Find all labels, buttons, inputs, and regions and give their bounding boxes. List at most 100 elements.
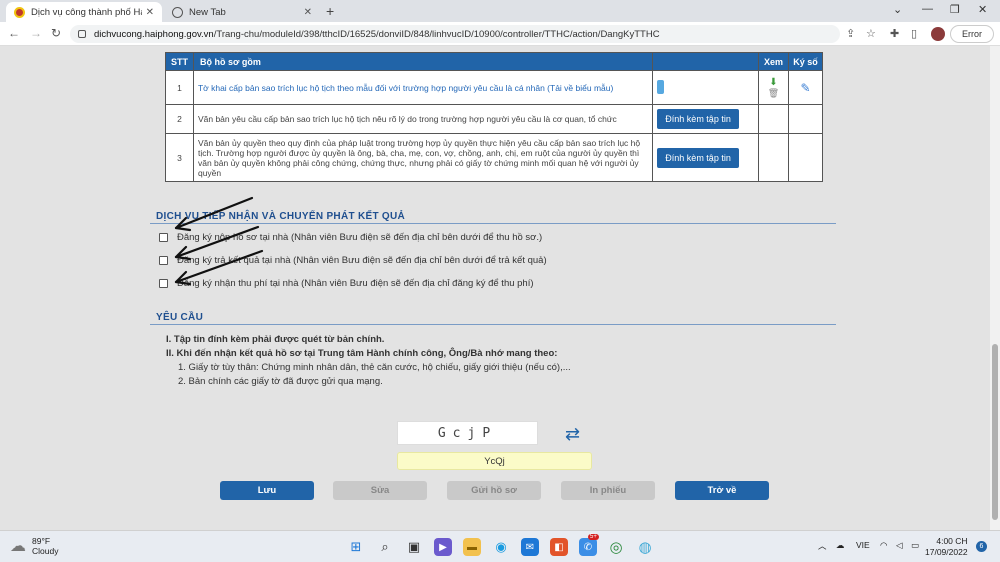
home-submission-option[interactable]: Đăng ký nộp hồ sơ tại nhà (Nhân viên Bưu…	[159, 232, 542, 243]
table-header-row: STT Bộ hồ sơ gồm Xem Ký số	[165, 52, 824, 71]
row-doc-link[interactable]: Tờ khai cấp bản sao trích lục hộ tịch th…	[192, 70, 654, 105]
avatar[interactable]	[931, 27, 945, 41]
chevron-down-icon[interactable]: ⌄	[893, 3, 902, 16]
requirement-2-2: 2. Bản chính các giấy tờ đã được gửi qua…	[178, 376, 383, 387]
header-sign: Ký số	[787, 52, 824, 71]
error-button[interactable]: Error	[950, 25, 994, 43]
browser-toolbar: ← → ↻ dichvucong.haiphong.gov.vn/Trang-c…	[0, 22, 1000, 46]
clock[interactable]: 4:00 CH 17/09/2022	[925, 536, 968, 558]
close-icon[interactable]: ✕	[304, 7, 312, 18]
site-logo-icon	[14, 6, 25, 18]
mail-icon[interactable]: ✉	[521, 538, 539, 556]
row-stt: 2	[165, 104, 194, 134]
option-label: Đăng ký nhận thu phí tại nhà (Nhân viên …	[177, 278, 534, 289]
row-doc-text: Văn bản yêu cầu cấp bản sao trích lục hộ…	[192, 104, 654, 134]
file-explorer-icon[interactable]: ▬	[463, 538, 481, 556]
document-table: STT Bộ hồ sơ gồm Xem Ký số 1 Tờ khai cấp…	[165, 52, 824, 182]
back-arrow-icon[interactable]: ←	[8, 26, 20, 40]
services-title: DỊCH VỤ TIẾP NHẬN VÀ CHUYỂN PHÁT KẾT QUẢ	[156, 211, 406, 222]
windows-taskbar: ☁ 89°F Cloudy ⊞ ⌕ ▣ ▶ ▬ ◉ ✉ ◧ ✆ 5+ ◎ ◍ ︿…	[0, 530, 1000, 562]
home-fee-option[interactable]: Đăng ký nhận thu phí tại nhà (Nhân viên …	[159, 278, 534, 289]
row-stt: 1	[165, 70, 194, 105]
window-close-icon[interactable]: ✕	[978, 3, 987, 16]
weather-widget[interactable]: ☁ 89°F Cloudy	[10, 536, 58, 556]
search-icon[interactable]: ⌕	[376, 538, 394, 556]
requirements-title: YÊU CẦU	[156, 312, 204, 323]
pen-icon[interactable]: ✎	[800, 81, 810, 95]
battery-icon[interactable]: ▭	[911, 540, 919, 551]
section-divider	[150, 223, 836, 224]
row-sign-cell: ✎	[787, 70, 824, 105]
requirement-2-1: 1. Giấy tờ tùy thân: Chứng minh nhân dân…	[178, 362, 571, 373]
cloud-sync-icon[interactable]: ☁	[836, 540, 845, 551]
chevron-up-icon[interactable]: ︿	[818, 540, 827, 552]
home-result-option[interactable]: Đăng ký trả kết quả tại nhà (Nhân viên B…	[159, 255, 547, 266]
row-view-cell	[758, 133, 789, 182]
table-row: 2 Văn bản yêu cầu cấp bản sao trích lục …	[165, 104, 824, 134]
option-label: Đăng ký trả kết quả tại nhà (Nhân viên B…	[177, 255, 547, 266]
back-button[interactable]: Trở về	[675, 481, 769, 500]
row-sign-cell	[787, 104, 824, 134]
star-icon[interactable]: ☆	[866, 27, 876, 40]
download-icon[interactable]: ⬇	[763, 77, 784, 88]
edit-button[interactable]: Sửa	[333, 481, 427, 500]
weather-text: 89°F Cloudy	[32, 536, 59, 556]
page-scrollbar[interactable]	[990, 46, 1000, 530]
header-view: Xem	[758, 52, 789, 71]
header-attach	[652, 52, 760, 71]
row-view-cell	[758, 104, 789, 134]
volume-icon[interactable]: ◁	[896, 540, 903, 551]
scroll-thumb[interactable]	[992, 344, 998, 520]
minimize-icon[interactable]: —	[922, 3, 933, 15]
address-bar[interactable]: dichvucong.haiphong.gov.vn/Trang-chu/mod…	[70, 25, 840, 43]
submit-button[interactable]: Gửi hồ sơ	[447, 481, 541, 500]
attach-file-button[interactable]: Đính kèm tập tin	[657, 147, 740, 168]
new-tab-icon[interactable]: +	[326, 3, 334, 19]
windows-start-icon[interactable]: ⊞	[347, 538, 365, 556]
tab-title: New Tab	[189, 6, 226, 18]
checkbox[interactable]	[159, 233, 168, 242]
checkbox[interactable]	[159, 279, 168, 288]
row-stt: 3	[165, 133, 194, 182]
wifi-icon[interactable]: ◠	[880, 540, 887, 551]
refresh-captcha-icon[interactable]: ⇄	[565, 424, 580, 445]
requirement-1: I. Tập tin đính kèm phải được quét từ bả…	[166, 334, 385, 345]
print-button[interactable]: In phiếu	[561, 481, 655, 500]
forward-arrow-icon[interactable]: →	[30, 26, 42, 40]
network-app-icon[interactable]: ◍	[636, 538, 654, 556]
table-row: 1 Tờ khai cấp bản sao trích lục hộ tịch …	[165, 70, 824, 105]
notification-badge: 5+	[588, 534, 599, 540]
row-attach-cell	[652, 70, 760, 105]
extensions-icon[interactable]: ✚	[890, 27, 899, 40]
edge-icon[interactable]: ◉	[492, 538, 510, 556]
checkbox[interactable]	[159, 256, 168, 265]
office-icon[interactable]: ◧	[550, 538, 568, 556]
maximize-icon[interactable]: ❐	[950, 3, 960, 16]
close-icon[interactable]: ✕	[146, 7, 154, 18]
trash-icon[interactable]: 🗑	[763, 88, 784, 99]
tab-dichvucong[interactable]: Dịch vụ công thành phố Hải Phòng ✕	[6, 2, 162, 22]
lock-icon	[78, 30, 86, 38]
header-stt: STT	[165, 52, 194, 71]
attach-file-button[interactable]: Đính kèm tập tin	[657, 109, 740, 129]
save-button[interactable]: Lưu	[220, 481, 314, 500]
captcha-input[interactable]	[397, 452, 592, 470]
globe-icon	[172, 6, 183, 18]
chrome-icon[interactable]: ◎	[607, 538, 625, 556]
tab-bar: Dịch vụ công thành phố Hải Phòng ✕ New T…	[0, 0, 1000, 22]
share-icon[interactable]: ⇪	[846, 27, 855, 40]
reload-icon[interactable]: ↻	[51, 26, 61, 40]
section-divider	[150, 324, 836, 325]
row-sign-cell	[787, 133, 824, 182]
row-view-cell: ⬇ 🗑	[758, 70, 789, 105]
cloud-icon: ☁	[10, 538, 26, 555]
row-attach-cell: Đính kèm tập tin	[652, 133, 760, 182]
task-view-icon[interactable]: ▣	[405, 538, 423, 556]
teams-icon[interactable]: ▶	[434, 538, 452, 556]
zalo-icon[interactable]: ✆	[579, 538, 597, 556]
language-indicator[interactable]: VIE	[856, 540, 870, 550]
row-doc-text: Văn bản ủy quyền theo quy định của pháp …	[192, 133, 654, 182]
sidepanel-icon[interactable]: ▯	[911, 27, 917, 40]
tab-new-tab[interactable]: New Tab ✕	[164, 2, 320, 22]
notification-count[interactable]: 6	[976, 541, 987, 552]
